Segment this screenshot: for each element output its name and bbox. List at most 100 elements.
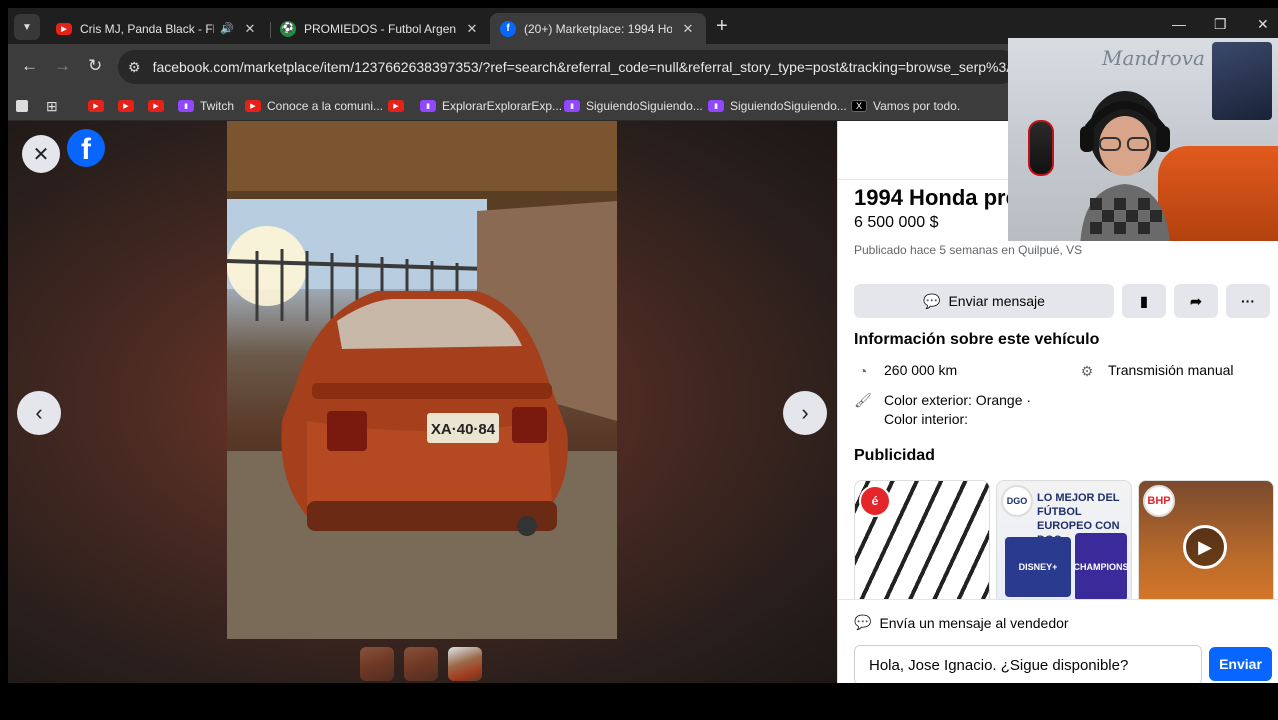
transmission-spec: ⚙ Transmisión manual	[1078, 362, 1234, 380]
ad-badge: é	[859, 485, 891, 517]
previous-photo-button[interactable]: ‹	[17, 391, 61, 435]
close-tab-icon[interactable]: ✕	[464, 21, 480, 37]
message-input[interactable]	[854, 645, 1202, 683]
ad-card[interactable]: é	[854, 480, 990, 607]
bookmark-siguiendo-1[interactable]: ▮ SiguiendoSiguiendo...	[564, 96, 703, 116]
messenger-icon: 💬	[923, 292, 941, 309]
paint-icon: 🖌	[854, 391, 872, 408]
bookmark-youtube-4[interactable]: ▶	[388, 96, 410, 116]
close-tab-icon[interactable]: ✕	[242, 21, 258, 37]
next-photo-button[interactable]: ›	[783, 391, 827, 435]
color-exterior: Color exterior: Orange ·	[884, 392, 1032, 408]
new-tab-button[interactable]: +	[716, 16, 728, 36]
tab-title: Cris MJ, Panda Black - Flaite	[80, 21, 214, 36]
more-icon: ···	[1241, 293, 1255, 309]
youtube-icon: ▶	[88, 100, 104, 112]
ads-heading: Publicidad	[854, 447, 935, 464]
bookmark-youtube-3[interactable]: ▶	[148, 96, 170, 116]
listing-photo: XA·40·84	[227, 121, 617, 639]
close-viewer-button[interactable]: ✕	[22, 135, 60, 173]
speaker-icon[interactable]: 🔊	[220, 22, 234, 35]
ad-badge: DGO	[1001, 485, 1033, 517]
tab-youtube[interactable]: ▶ Cris MJ, Panda Black - Flaite 🔊 ✕	[46, 13, 268, 44]
save-button[interactable]: ▮	[1122, 284, 1166, 318]
seller-message-label: 💬 Envía un mensaje al vendedor	[854, 614, 1069, 631]
screen: ▼ ▶ Cris MJ, Panda Black - Flaite 🔊 ✕ ⚽ …	[0, 0, 1278, 720]
more-options-button[interactable]: ···	[1226, 284, 1270, 318]
bookmark-label: ExplorarExplorarExp...	[442, 99, 563, 113]
ad-card[interactable]: BHP ▶	[1138, 480, 1274, 607]
address-bar[interactable]: ⚙ facebook.com/marketplace/item/12376626…	[118, 50, 1018, 84]
bookmark-label: SiguiendoSiguiendo...	[586, 99, 703, 113]
bookmark-siguiendo-2[interactable]: ▮ SiguiendoSiguiendo...	[708, 96, 847, 116]
youtube-icon: ▶	[118, 100, 134, 112]
send-message-button[interactable]: 💬 Enviar mensaje	[854, 284, 1114, 318]
share-button[interactable]: ➦	[1174, 284, 1218, 318]
ad-card[interactable]: DGO LO MEJOR DEL FÚTBOL EUROPEO CON DGO …	[996, 480, 1132, 607]
bookmark-youtube-1[interactable]: ▶	[88, 96, 110, 116]
thumbnail[interactable]	[404, 647, 438, 681]
bookmark-label: Twitch	[200, 99, 235, 113]
vehicle-info-heading: Información sobre este vehículo	[854, 331, 1100, 348]
messenger-icon: 💬	[854, 614, 872, 630]
tab-title: PROMIEDOS - Futbol Argentino	[304, 21, 456, 36]
thumbnail-active[interactable]	[448, 647, 482, 681]
mileage-spec: ◔ 260 000 km	[854, 362, 957, 380]
forward-arrow-icon[interactable]: →	[54, 56, 71, 76]
close-tab-icon[interactable]: ✕	[680, 21, 696, 37]
microphone-icon	[1028, 120, 1054, 176]
ad-badge: BHP	[1143, 485, 1175, 517]
bookmark-explorar[interactable]: ▮ ExplorarExplorarExp...	[420, 96, 562, 116]
youtube-icon: ▶	[388, 100, 404, 112]
color-spec: 🖌 Color exterior: Orange · Color interio…	[854, 391, 1031, 429]
thumbnail[interactable]	[360, 647, 394, 681]
play-icon[interactable]: ▶	[1183, 525, 1227, 569]
webcam-overlay: Mandrova	[1008, 38, 1278, 241]
twitch-icon: ▮	[178, 100, 194, 112]
transmission-icon: ⚙	[1080, 362, 1094, 379]
send-button[interactable]: Enviar	[1209, 647, 1272, 681]
tab-promiedos[interactable]: ⚽ PROMIEDOS - Futbol Argentino ✕	[270, 13, 490, 44]
chevron-right-icon: ›	[801, 400, 809, 425]
share-icon: ➦	[1190, 292, 1202, 309]
url-text: facebook.com/marketplace/item/1237662638…	[152, 59, 1018, 75]
color-interior: Color interior:	[884, 411, 969, 427]
bookmark-twitch[interactable]: ▮ Twitch	[178, 96, 234, 116]
ad-promo: DISNEY+	[1005, 537, 1071, 597]
poster-image	[1212, 42, 1272, 120]
send-message-label: Enviar mensaje	[948, 293, 1045, 309]
restore-icon[interactable]: ❐	[1214, 16, 1227, 33]
bookmark-label: Conoce a la comuni...	[267, 99, 384, 113]
back-arrow-icon[interactable]: ←	[21, 56, 38, 76]
grid-icon[interactable]: ⊞	[46, 96, 58, 116]
soccer-ball-icon: ⚽	[280, 20, 296, 37]
tab-search-button[interactable]: ▼	[14, 14, 40, 40]
ads-row: é DGO LO MEJOR DEL FÚTBOL EUROPEO CON DG…	[854, 480, 1274, 607]
reload-icon[interactable]: ↻	[88, 56, 102, 76]
bookmark-x[interactable]: X Vamos por todo.	[851, 96, 960, 116]
bookmark-youtube-2[interactable]: ▶	[118, 96, 140, 116]
ad-promo: CHAMPIONS	[1074, 533, 1129, 601]
mileage-value: 260 000 km	[884, 362, 958, 378]
facebook-icon: f	[500, 20, 516, 37]
facebook-logo[interactable]: f	[67, 129, 105, 167]
bookmark-conoce[interactable]: ▶ Conoce a la comuni...	[245, 96, 383, 116]
car-photo-illustration: XA·40·84	[227, 121, 617, 639]
x-logo-icon: X	[851, 100, 867, 112]
bookmark-icon: ▮	[1140, 292, 1148, 309]
speedometer-icon: ◔	[858, 363, 868, 379]
close-window-icon[interactable]: ✕	[1257, 16, 1269, 33]
webcam-sign: Mandrova	[1102, 46, 1205, 70]
twitch-icon: ▮	[564, 100, 580, 112]
tab-title: (20+) Marketplace: 1994 Honda	[524, 21, 672, 36]
apps-icon[interactable]	[16, 96, 28, 116]
thumbnail-strip	[360, 647, 482, 681]
tab-marketplace[interactable]: f (20+) Marketplace: 1994 Honda ✕	[490, 13, 706, 44]
minimize-icon[interactable]: —	[1172, 16, 1186, 32]
close-icon: ✕	[32, 143, 50, 166]
youtube-icon: ▶	[245, 100, 261, 112]
transmission-value: Transmisión manual	[1108, 362, 1234, 378]
streamer-figure	[1080, 91, 1170, 241]
youtube-icon: ▶	[148, 100, 164, 112]
site-info-icon[interactable]: ⚙	[128, 59, 141, 76]
